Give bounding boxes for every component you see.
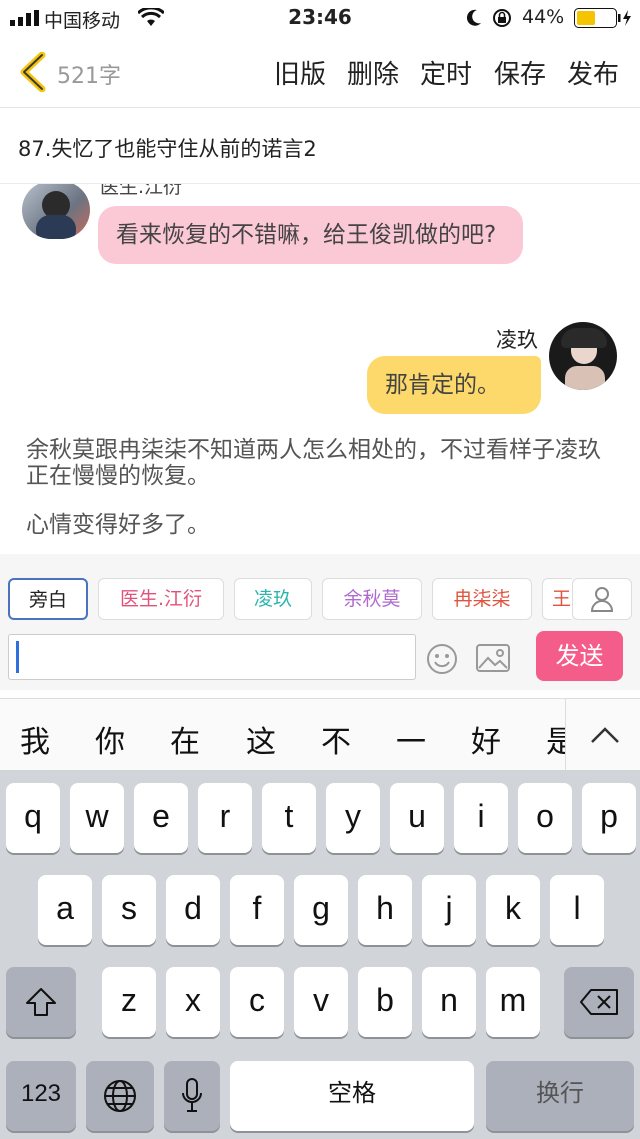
role-chip[interactable]: 王 <box>542 578 572 620</box>
avatar[interactable] <box>549 322 617 390</box>
chevron-up-icon <box>591 727 619 743</box>
globe-icon <box>104 1080 136 1112</box>
composer: 发送 <box>0 626 640 690</box>
shift-key[interactable] <box>6 967 76 1037</box>
candidate-word[interactable]: 是 <box>546 717 566 761</box>
chat-area: 医生.江衍 看来恢复的不错嘛，给王俊凯做的吧? 凌玖 那肯定的。 余秋莫跟冉柒柒… <box>0 184 640 554</box>
moon-icon <box>466 9 481 26</box>
chapter-title-row[interactable]: 87.失忆了也能守住从前的诺言2 <box>0 108 640 184</box>
key-e[interactable]: e <box>134 783 188 853</box>
key-v[interactable]: v <box>294 967 348 1037</box>
key-b[interactable]: b <box>358 967 412 1037</box>
candidate-word[interactable]: 在 <box>170 717 200 761</box>
person-icon <box>590 587 614 612</box>
editor-header: 521字 旧版 删除 定时 保存 发布 <box>0 36 640 108</box>
emoji-icon[interactable] <box>426 643 458 675</box>
expand-candidates-button[interactable] <box>565 699 640 771</box>
role-label: 凌玖 <box>253 588 292 610</box>
key-n[interactable]: n <box>422 967 476 1037</box>
key-d[interactable]: d <box>166 875 220 945</box>
image-icon[interactable] <box>476 644 510 672</box>
return-key[interactable]: 换行 <box>486 1061 634 1131</box>
role-label: 医生.江衍 <box>119 588 203 610</box>
microphone-key[interactable] <box>164 1061 220 1131</box>
message-input[interactable] <box>8 634 416 680</box>
key-o[interactable]: o <box>518 783 572 853</box>
speaker-name: 凌玖 <box>496 328 538 352</box>
role-selector-bar: 旁白 医生.江衍 凌玖 余秋莫 冉柒柒 王 <box>0 554 640 630</box>
key-x[interactable]: x <box>166 967 220 1037</box>
narration-text[interactable]: 心情变得好多了。 <box>26 512 621 538</box>
speaker-name: 医生.江衍 <box>100 184 183 198</box>
battery-percent: 44% <box>522 6 565 28</box>
key-r[interactable]: r <box>198 783 252 853</box>
role-label: 王 <box>551 588 571 610</box>
key-i[interactable]: i <box>454 783 508 853</box>
key-a[interactable]: a <box>38 875 92 945</box>
role-chip[interactable]: 凌玖 <box>234 578 312 620</box>
key-w[interactable]: w <box>70 783 124 853</box>
key-l[interactable]: l <box>550 875 604 945</box>
candidate-bar: 我 你 在 这 不 一 好 是 <box>0 698 640 771</box>
backspace-key[interactable] <box>564 967 634 1037</box>
avatar[interactable] <box>22 184 90 239</box>
key-q[interactable]: q <box>6 783 60 853</box>
role-chip[interactable]: 医生.江衍 <box>98 578 224 620</box>
space-key[interactable]: 空格 <box>230 1061 474 1131</box>
key-u[interactable]: u <box>390 783 444 853</box>
candidate-word[interactable]: 一 <box>396 717 426 761</box>
send-button[interactable]: 发送 <box>536 631 623 681</box>
key-p[interactable]: p <box>582 783 636 853</box>
role-label: 冉柒柒 <box>453 588 511 610</box>
schedule-button[interactable]: 定时 <box>420 54 472 91</box>
status-bar: 中国移动 23:46 44% <box>0 0 640 36</box>
key-s[interactable]: s <box>102 875 156 945</box>
key-k[interactable]: k <box>486 875 540 945</box>
publish-button[interactable]: 发布 <box>567 54 619 91</box>
message-bubble[interactable]: 看来恢复的不错嘛，给王俊凯做的吧? <box>98 206 523 264</box>
role-chip[interactable]: 余秋莫 <box>322 578 422 620</box>
candidate-word[interactable]: 这 <box>246 717 276 761</box>
shift-icon <box>26 988 56 1016</box>
backspace-icon <box>580 989 618 1015</box>
key-y[interactable]: y <box>326 783 380 853</box>
word-count: 521字 <box>57 64 121 89</box>
number-mode-key[interactable]: 123 <box>6 1061 76 1131</box>
manage-roles-button[interactable] <box>572 578 632 620</box>
key-t[interactable]: t <box>262 783 316 853</box>
role-label: 余秋莫 <box>343 588 401 610</box>
text-cursor <box>16 641 19 673</box>
role-chip-narrator[interactable]: 旁白 <box>8 578 88 620</box>
rotation-lock-icon <box>493 9 511 27</box>
candidate-word[interactable]: 我 <box>20 717 50 761</box>
old-version-button[interactable]: 旧版 <box>274 54 326 91</box>
candidate-word[interactable]: 不 <box>321 717 351 761</box>
battery-icon <box>574 8 631 28</box>
chapter-title: 87.失忆了也能守住从前的诺言2 <box>18 137 317 161</box>
microphone-icon <box>182 1078 202 1112</box>
key-c[interactable]: c <box>230 967 284 1037</box>
key-j[interactable]: j <box>422 875 476 945</box>
back-arrow-icon[interactable] <box>16 52 48 92</box>
delete-button[interactable]: 删除 <box>347 54 399 91</box>
key-f[interactable]: f <box>230 875 284 945</box>
keyboard: qwertyuiop asdfghjkl zxcvbnm 123 空格 换行 <box>0 770 640 1139</box>
role-label: 旁白 <box>28 589 67 611</box>
candidate-word[interactable]: 你 <box>95 717 125 761</box>
save-button[interactable]: 保存 <box>494 54 546 91</box>
key-h[interactable]: h <box>358 875 412 945</box>
globe-key[interactable] <box>86 1061 154 1131</box>
key-m[interactable]: m <box>486 967 540 1037</box>
message-bubble[interactable]: 那肯定的。 <box>367 356 541 414</box>
key-z[interactable]: z <box>102 967 156 1037</box>
candidate-word[interactable]: 好 <box>471 717 501 761</box>
role-chip[interactable]: 冉柒柒 <box>432 578 532 620</box>
narration-text[interactable]: 余秋莫跟冉柒柒不知道两人怎么相处的，不过看样子凌玖正在慢慢的恢复。 <box>26 437 621 489</box>
key-g[interactable]: g <box>294 875 348 945</box>
